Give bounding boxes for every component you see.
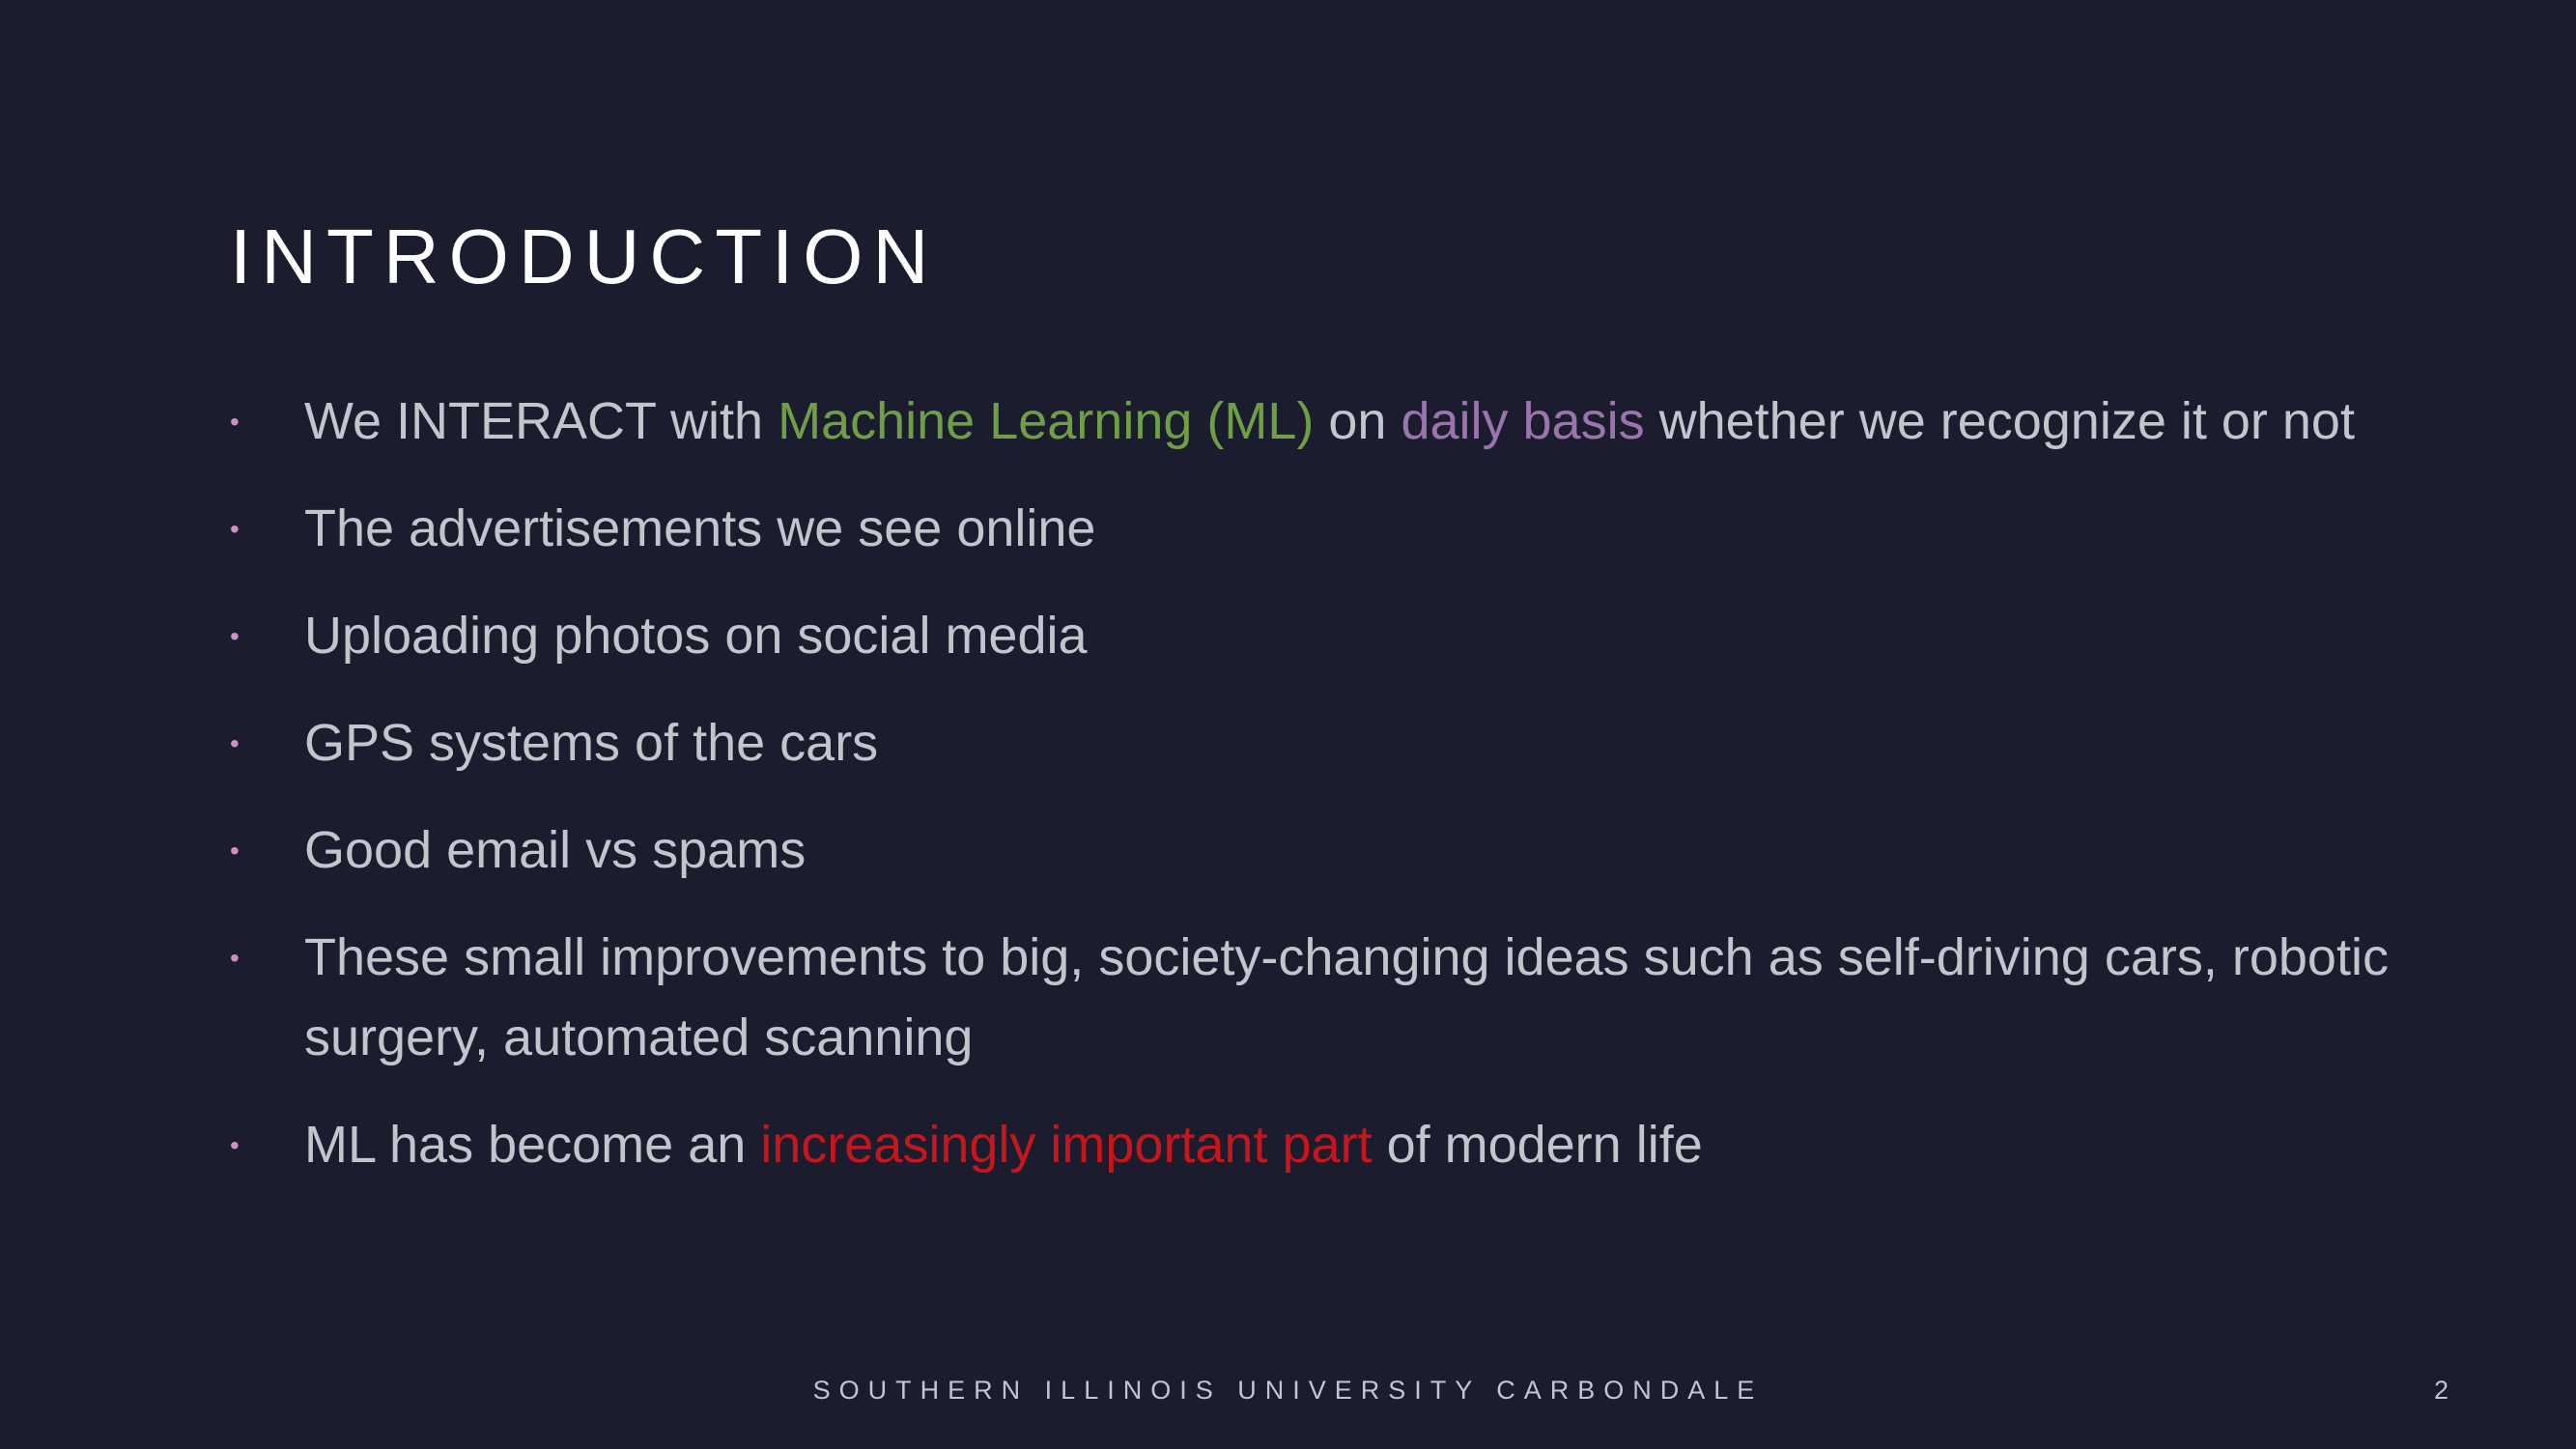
bullet-text: on: [1314, 392, 1401, 450]
bullet-text: We INTERACT with: [304, 392, 778, 450]
bullet-item: • We INTERACT with Machine Learning (ML)…: [230, 382, 2403, 462]
slide-title: INTRODUCTION: [230, 213, 939, 299]
bullet-list: • We INTERACT with Machine Learning (ML)…: [230, 382, 2403, 1212]
bullet-text: Good email vs spams: [304, 821, 807, 879]
bullet-marker-icon: •: [230, 728, 240, 758]
bullet-item: • Uploading photos on social media: [230, 596, 2403, 676]
highlight-increasingly-important: increasingly important part: [760, 1116, 1373, 1174]
bullet-item: • These small improvements to big, socie…: [230, 918, 2403, 1078]
bullet-text: GPS systems of the cars: [304, 714, 879, 772]
bullet-marker-icon: •: [230, 407, 240, 437]
slide: INTRODUCTION • We INTERACT with Machine …: [0, 0, 2576, 1449]
bullet-text: of modern life: [1372, 1116, 1703, 1174]
bullet-item: • GPS systems of the cars: [230, 703, 2403, 783]
bullet-text: The advertisements we see online: [304, 499, 1096, 557]
bullet-text: Uploading photos on social media: [304, 607, 1088, 665]
bullet-marker-icon: •: [230, 836, 240, 866]
bullet-item: • Good email vs spams: [230, 810, 2403, 891]
highlight-machine-learning: Machine Learning (ML): [778, 392, 1315, 450]
page-number: 2: [2434, 1376, 2449, 1405]
footer-university-name: SOUTHERN ILLINOIS UNIVERSITY CARBONDALE: [812, 1376, 1764, 1405]
bullet-text: whether we recognize it or not: [1644, 392, 2355, 450]
bullet-marker-icon: •: [230, 621, 240, 651]
bullet-marker-icon: •: [230, 514, 240, 544]
bullet-text: ML has become an: [304, 1116, 761, 1174]
bullet-marker-icon: •: [230, 943, 240, 973]
bullet-text: These small improvements to big, society…: [304, 928, 2389, 1066]
highlight-daily-basis: daily basis: [1401, 392, 1645, 450]
bullet-item: • The advertisements we see online: [230, 489, 2403, 569]
bullet-marker-icon: •: [230, 1130, 240, 1160]
bullet-item: • ML has become an increasingly importan…: [230, 1105, 2403, 1185]
